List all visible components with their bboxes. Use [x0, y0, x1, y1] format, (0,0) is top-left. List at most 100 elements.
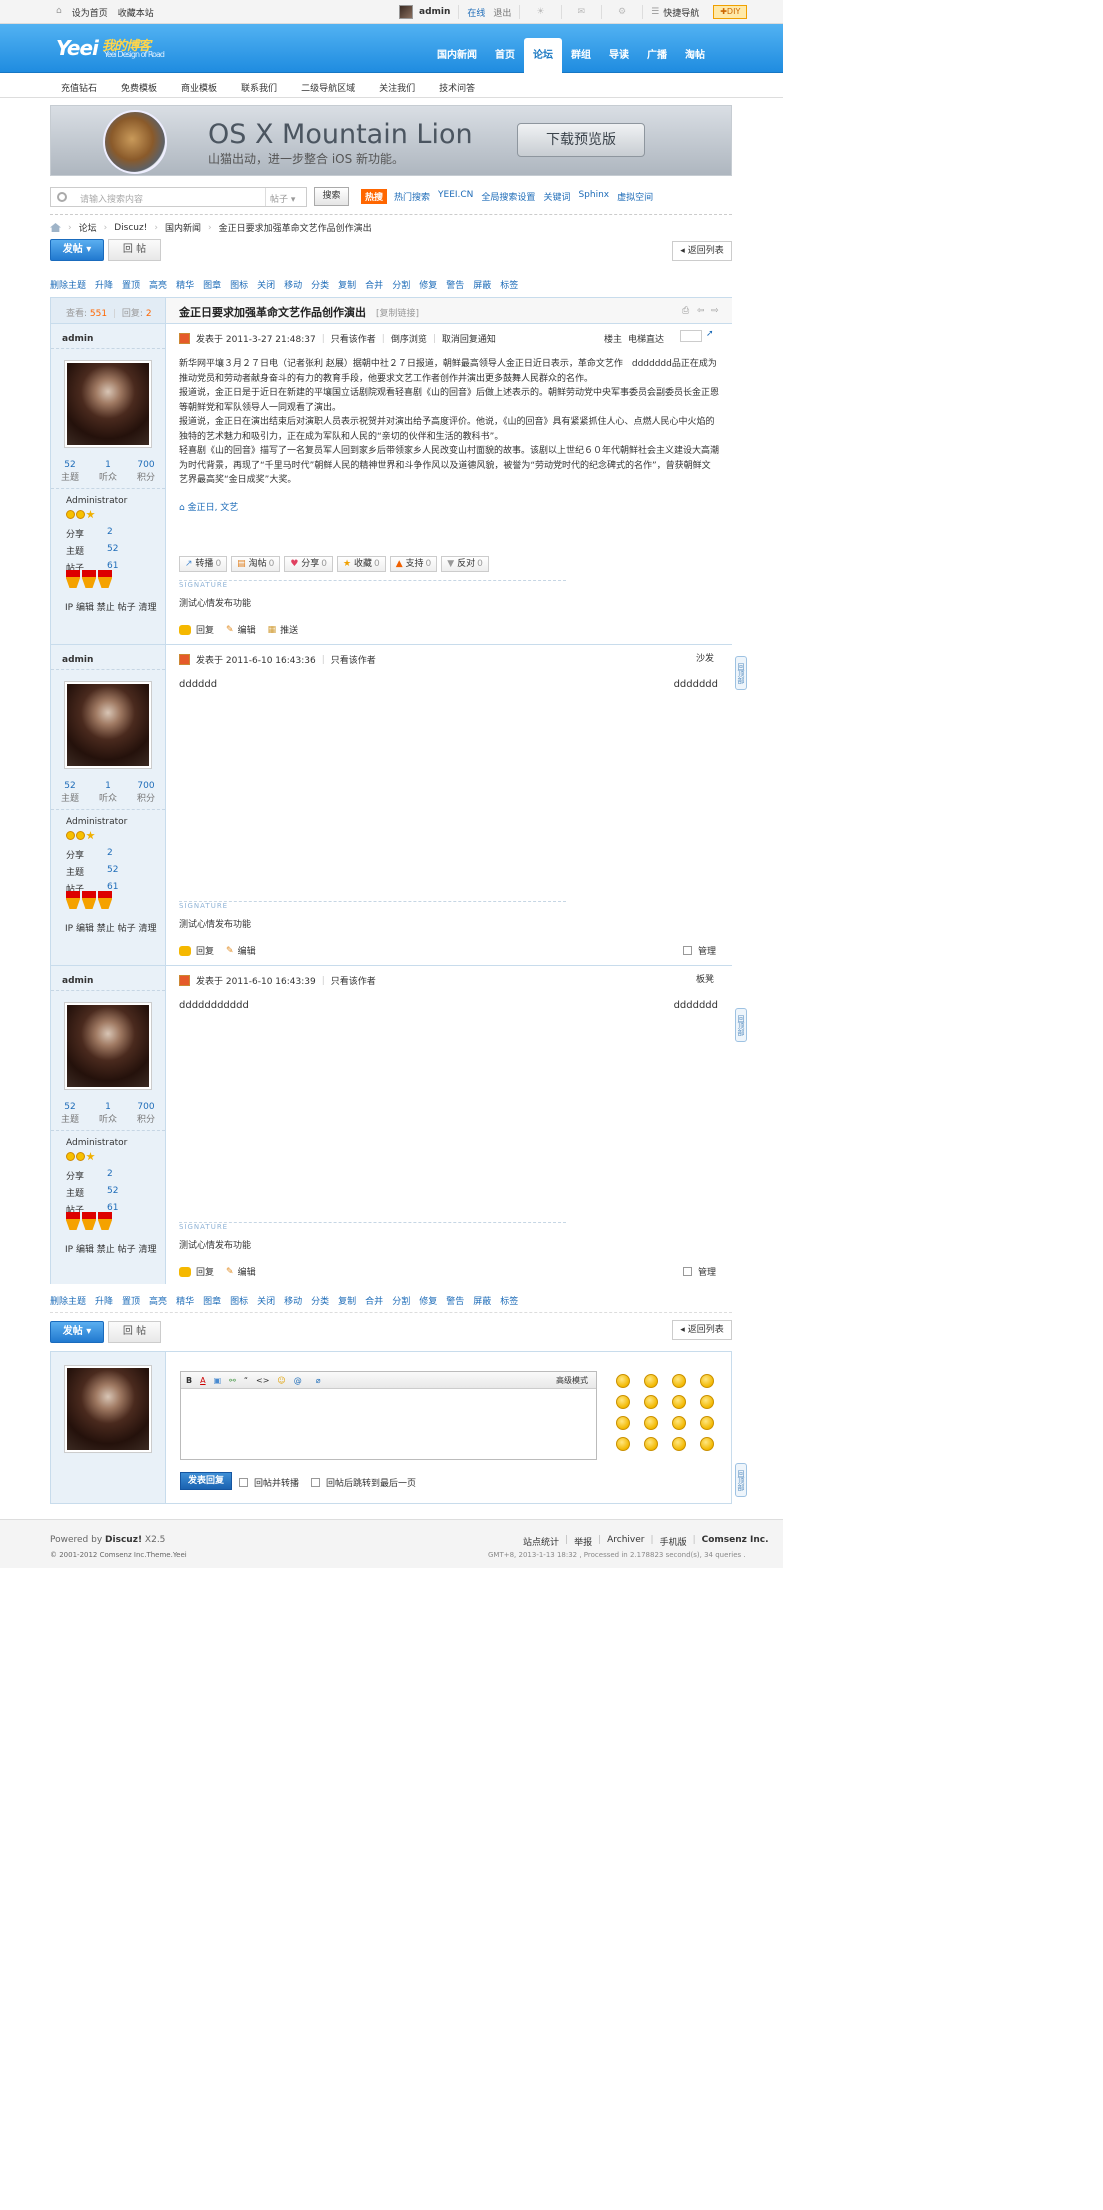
report-link[interactable]: 举报	[574, 1535, 592, 1548]
mobile-link[interactable]: 手机版	[660, 1535, 687, 1548]
admin-ops[interactable]: IP 编辑 禁止 帖子 清理	[65, 1242, 157, 1255]
oppose-button[interactable]: ▼ 反对 0	[441, 556, 489, 572]
reverse-order-link[interactable]: 倒序浏览	[391, 332, 427, 345]
reply-action[interactable]: 回复	[196, 623, 214, 636]
mod-action[interactable]: 复制	[338, 278, 356, 291]
new-post-button-bottom[interactable]: 发帖 ▾	[50, 1321, 104, 1343]
mod-action[interactable]: 移动	[284, 1294, 302, 1307]
only-author-link[interactable]: 只看该作者	[331, 653, 376, 666]
mod-action[interactable]: 高亮	[149, 278, 167, 291]
smiley-icon[interactable]	[616, 1437, 630, 1451]
hot-link[interactable]: Sphinx	[578, 190, 609, 203]
reply-button[interactable]: 回 帖	[108, 239, 161, 261]
breadcrumb-item[interactable]: 国内新闻	[165, 221, 201, 234]
post-tags[interactable]: ⌂ 金正日, 文艺	[179, 500, 238, 513]
smiley-icon[interactable]	[616, 1395, 630, 1409]
nav-item-news[interactable]: 国内新闻	[428, 38, 486, 73]
go-icon[interactable]: ➚	[706, 329, 714, 339]
admin-ops[interactable]: IP 编辑 禁止 帖子 清理	[65, 600, 157, 613]
mod-action[interactable]: 移动	[284, 278, 302, 291]
search-button[interactable]: 搜索	[314, 187, 349, 206]
nav-item-groups[interactable]: 群组	[562, 38, 600, 73]
bookmark-link[interactable]: 收藏本站	[118, 6, 154, 19]
smiley-button[interactable]: ☺	[277, 1376, 285, 1385]
nav-item-broadcast[interactable]: 广播	[638, 38, 676, 73]
nav-item-forum[interactable]: 论坛	[524, 38, 562, 74]
mod-action[interactable]: 置顶	[122, 278, 140, 291]
collect-button[interactable]: ▤ 淘帖 0	[231, 556, 281, 572]
edit-action[interactable]: 编辑	[238, 623, 256, 636]
mod-action[interactable]: 删除主题	[50, 278, 86, 291]
subnav-item[interactable]: 充值钻石	[61, 81, 97, 94]
manage-control[interactable]: 管理	[682, 944, 716, 957]
logout-link[interactable]: 退出	[493, 6, 511, 19]
image-button[interactable]: ▣	[214, 1376, 222, 1385]
nav-item-collection[interactable]: 淘帖	[676, 38, 714, 73]
site-logo[interactable]: Yeei 我的博客 Yeei Design of Road	[56, 36, 165, 60]
cancel-notify-link[interactable]: 取消回复通知	[442, 332, 496, 345]
submit-reply-button[interactable]: 发表回复	[180, 1472, 232, 1490]
manage-checkbox[interactable]	[682, 1267, 692, 1276]
only-author-link[interactable]: 只看该作者	[331, 974, 376, 987]
mod-action[interactable]: 图章	[203, 278, 221, 291]
mod-action[interactable]: 合并	[365, 278, 383, 291]
comsenz-link[interactable]: Comsenz Inc.	[702, 1535, 769, 1548]
mod-action[interactable]: 标签	[500, 278, 518, 291]
mod-action[interactable]: 分割	[392, 278, 410, 291]
gear-icon[interactable]: ⚙	[618, 7, 626, 17]
smiley-icon[interactable]	[644, 1374, 658, 1388]
breadcrumb-item[interactable]: 论坛	[79, 221, 97, 234]
search-type-select[interactable]: 帖子 ▾	[265, 188, 307, 206]
mod-action[interactable]: 修复	[419, 278, 437, 291]
home-icon[interactable]	[50, 223, 61, 232]
smiley-icon[interactable]	[616, 1416, 630, 1430]
online-status-link[interactable]: 在线	[467, 6, 485, 19]
subnav-item[interactable]: 联系我们	[241, 81, 277, 94]
new-post-button[interactable]: 发帖 ▾	[50, 239, 104, 261]
user-avatar-mini[interactable]	[399, 5, 413, 19]
mail-icon[interactable]: ✉	[578, 7, 586, 17]
edit-action[interactable]: 编辑	[238, 1265, 256, 1278]
advanced-mode-link[interactable]: 高级模式	[556, 1375, 588, 1386]
only-author-link[interactable]: 只看该作者	[331, 332, 376, 345]
author-avatar[interactable]	[64, 681, 152, 769]
mod-action[interactable]: 修复	[419, 1294, 437, 1307]
back-to-list-button-bottom[interactable]: ◂ 返回列表	[672, 1320, 732, 1340]
search-input[interactable]: 请输入搜索内容 帖子 ▾	[50, 187, 307, 207]
subnav-item[interactable]: 商业模板	[181, 81, 217, 94]
top-username[interactable]: admin	[419, 7, 450, 17]
smiley-icon[interactable]	[700, 1437, 714, 1451]
print-icon[interactable]: ⎙	[682, 306, 689, 316]
forward-option[interactable]: 回帖并转播	[239, 1476, 299, 1489]
prev-thread-icon[interactable]: ⇦	[697, 306, 705, 316]
jump-last-option[interactable]: 回帖后跳转到最后一页	[311, 1476, 416, 1489]
share-button[interactable]: ♥ 分享 0	[284, 556, 334, 572]
smiley-icon[interactable]	[700, 1374, 714, 1388]
mod-action[interactable]: 关闭	[257, 1294, 275, 1307]
mod-action[interactable]: 图标	[230, 1294, 248, 1307]
author-group[interactable]: Administrator	[66, 1138, 127, 1148]
smiley-icon[interactable]	[644, 1395, 658, 1409]
smiley-icon[interactable]	[700, 1395, 714, 1409]
manage-checkbox[interactable]	[682, 946, 692, 955]
mod-action[interactable]: 关闭	[257, 278, 275, 291]
quick-nav-link[interactable]: 快捷导航	[663, 6, 699, 19]
smiley-icon[interactable]	[616, 1374, 630, 1388]
subnav-item[interactable]: 免费模板	[121, 81, 157, 94]
mention-button[interactable]: @	[294, 1376, 302, 1385]
mod-action[interactable]: 复制	[338, 1294, 356, 1307]
archiver-link[interactable]: Archiver	[607, 1535, 644, 1548]
mod-action[interactable]: 精华	[176, 278, 194, 291]
push-action[interactable]: 推送	[280, 623, 298, 636]
quote-button[interactable]: “	[244, 1376, 248, 1385]
mod-action[interactable]: 合并	[365, 1294, 383, 1307]
back-to-top-button[interactable]: 回顶部	[735, 1008, 747, 1042]
author-avatar[interactable]	[64, 1002, 152, 1090]
mod-action[interactable]: 屏蔽	[473, 1294, 491, 1307]
author-name[interactable]: admin	[62, 334, 93, 344]
stats-link[interactable]: 站点统计	[523, 1535, 559, 1548]
mod-action[interactable]: 升降	[95, 278, 113, 291]
favorite-button[interactable]: ★ 收藏 0	[337, 556, 386, 572]
floor-label[interactable]: 板凳	[696, 972, 714, 985]
font-color-button[interactable]: A	[200, 1376, 205, 1385]
